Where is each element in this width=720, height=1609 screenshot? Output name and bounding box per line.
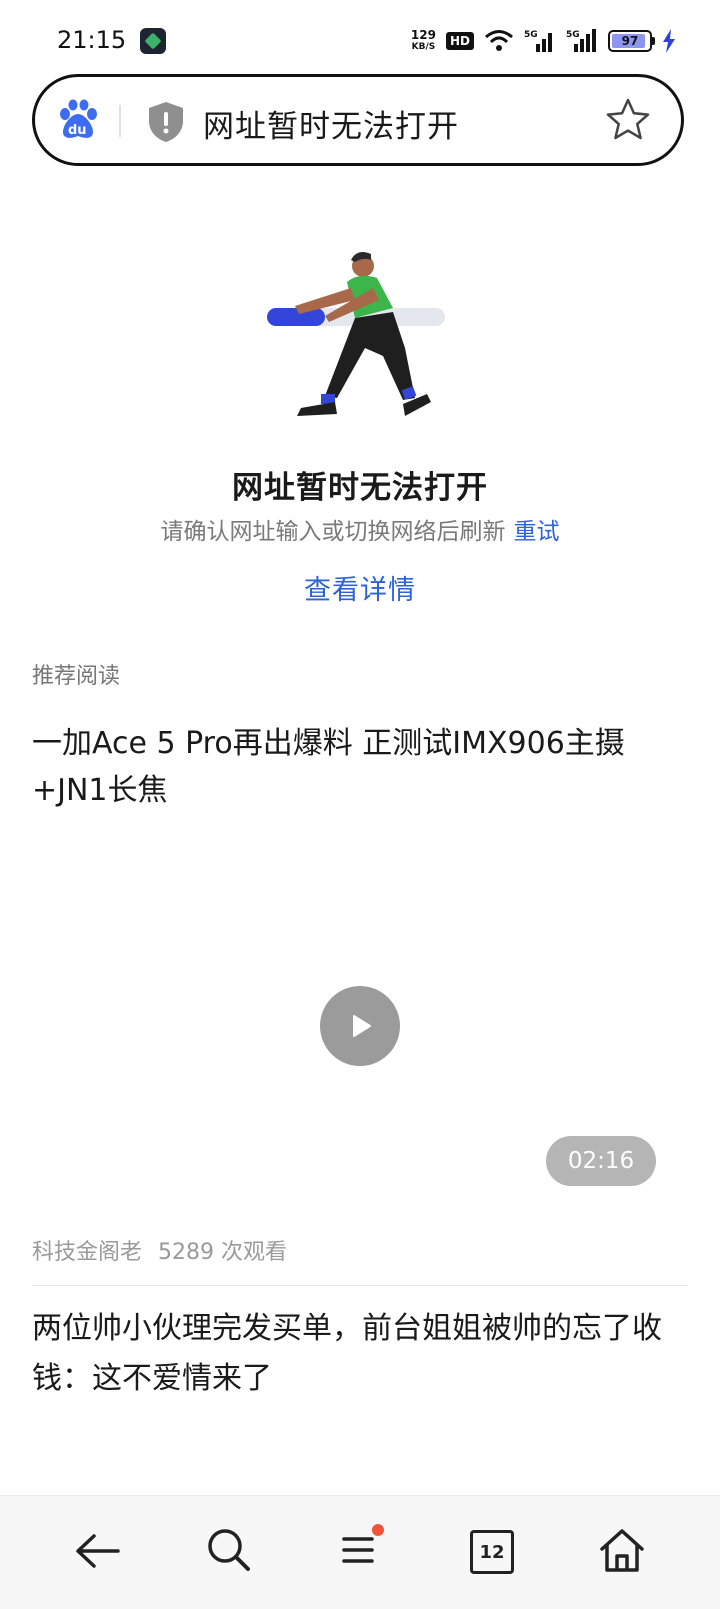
article-views: 5289 次观看 <box>158 1240 287 1265</box>
app-icon <box>140 28 166 54</box>
error-subtitle: 请确认网址输入或切换网络后刷新 重试 <box>0 512 720 546</box>
video-duration: 02:16 <box>546 1136 656 1186</box>
address-text[interactable]: 网址暂时无法打开 <box>203 101 459 146</box>
star-icon[interactable] <box>605 97 651 143</box>
notification-dot <box>372 1524 384 1536</box>
search-icon[interactable] <box>202 1522 258 1578</box>
shield-icon[interactable] <box>147 101 185 143</box>
article-author: 科技金阁老 <box>32 1240 143 1265</box>
retry-link[interactable]: 重试 <box>514 519 560 545</box>
address-bar[interactable]: du 网址暂时无法打开 <box>32 74 684 166</box>
article-title[interactable]: 一加Ace 5 Pro再出爆料 正测试IMX906主摄+JN1长焦 <box>32 720 692 814</box>
signal-5g-icon: 5G <box>524 30 552 52</box>
tabs-button[interactable]: 12 <box>463 1522 519 1578</box>
wifi-icon <box>485 30 513 51</box>
svg-text:du: du <box>68 123 87 138</box>
baidu-logo[interactable]: du <box>57 99 99 141</box>
play-icon <box>353 1015 371 1037</box>
status-icons: 129 KB/S HD 5G 5G 97 <box>411 26 676 56</box>
article-meta: 科技金阁老 5289 次观看 <box>32 1234 287 1266</box>
network-speed-value: 129 <box>410 28 436 42</box>
status-bar: 21:15 129 KB/S HD 5G 5G 97 <box>0 0 720 80</box>
status-time: 21:15 <box>57 26 127 54</box>
network-speed-unit: KB/S <box>411 42 436 52</box>
error-title: 网址暂时无法打开 <box>232 470 488 506</box>
svg-text:5G: 5G <box>524 30 538 40</box>
battery-level: 97 <box>621 34 639 48</box>
menu-icon[interactable] <box>332 1522 388 1578</box>
charging-icon <box>663 29 675 53</box>
error-illustration <box>267 252 445 416</box>
article-divider <box>32 1285 688 1286</box>
bottom-nav: 12 <box>0 1495 720 1609</box>
view-details-link[interactable]: 查看详情 <box>0 568 720 607</box>
hd-icon: HD <box>445 32 474 50</box>
battery-icon: 97 <box>608 30 655 52</box>
address-divider <box>119 105 121 137</box>
article-title[interactable]: 两位帅小伙理完发买单，前台姐姐被帅的忘了收钱：这不爱情来了 <box>32 1304 692 1404</box>
network-speed: 129 KB/S <box>411 29 436 53</box>
back-icon[interactable] <box>70 1522 126 1578</box>
play-button[interactable] <box>320 986 400 1066</box>
signal-5g-icon: 5G <box>566 29 596 52</box>
recommend-label: 推荐阅读 <box>32 664 121 689</box>
svg-text:5G: 5G <box>566 30 580 40</box>
tabs-icon: 12 <box>470 1530 514 1574</box>
home-icon[interactable] <box>594 1522 650 1578</box>
error-subtitle-text: 请确认网址输入或切换网络后刷新 <box>160 519 506 545</box>
